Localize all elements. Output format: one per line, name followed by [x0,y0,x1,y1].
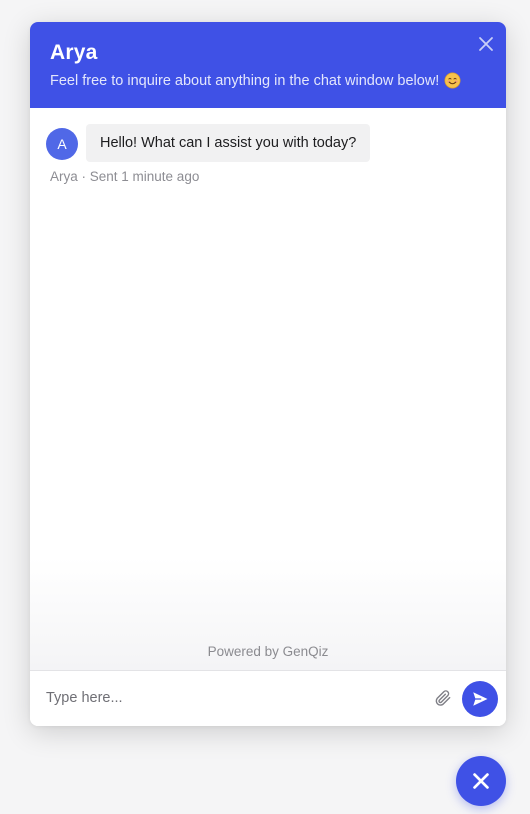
launcher-close-button[interactable] [456,756,506,806]
paperclip-icon[interactable] [433,688,453,708]
avatar: A [46,128,78,160]
close-icon [473,773,489,789]
chat-subtitle: Feel free to inquire about anything in t… [50,72,461,89]
send-icon [473,692,488,706]
chat-window: Arya Feel free to inquire about anything… [30,22,506,726]
composer [30,670,506,726]
message-list: A Hello! What can I assist you with toda… [30,108,506,670]
close-icon[interactable] [474,32,498,56]
message-bubble: Hello! What can I assist you with today? [86,124,371,162]
chat-header: Arya Feel free to inquire about anything… [30,22,506,108]
send-button[interactable] [462,681,498,717]
chat-subtitle-text: Feel free to inquire about anything in t… [50,72,440,89]
smiling-face-emoji-icon [444,72,461,89]
message-input[interactable] [46,685,426,711]
message-meta: Arya · Sent 1 minute ago [50,169,200,184]
chat-title: Arya [50,41,98,64]
powered-by-label[interactable]: Powered by GenQiz [30,644,506,659]
